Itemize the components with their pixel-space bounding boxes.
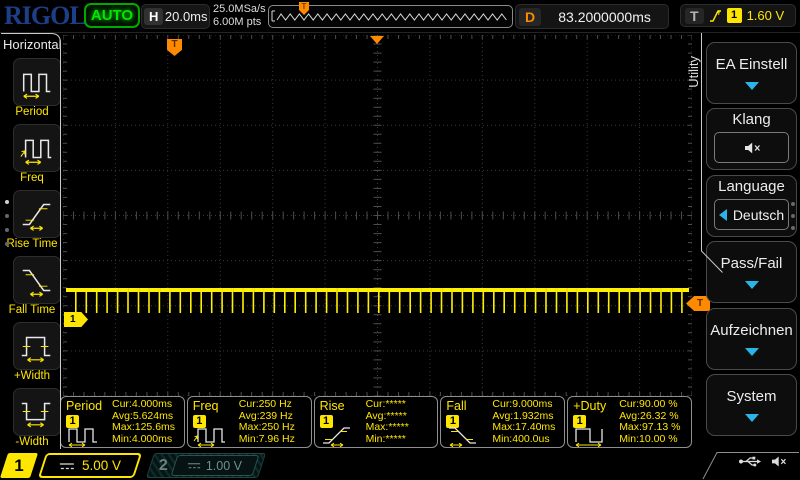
sidebar-label-freq: Freq: [0, 172, 64, 184]
channel1-scale: 5.00 V: [82, 458, 121, 473]
dc-coupling-icon: [59, 461, 75, 471]
menu-label-pass-fail: Pass/Fail: [707, 255, 796, 272]
sidebar-item-pos-width[interactable]: [13, 322, 61, 370]
chevron-down-icon: [745, 281, 759, 289]
h-label: H: [144, 8, 163, 25]
period-icon: [65, 423, 107, 447]
chevron-down-icon: [745, 348, 759, 356]
trigger-source-badge: 1: [727, 8, 742, 23]
measurement-rise: Rise 1 Cur:*****Avg:***** Max:*****Min:*…: [314, 396, 439, 448]
channel2-scale: 1.00 V: [206, 459, 242, 473]
measurement-values: Cur:250 HzAvg:239 Hz Max:250 HzMin:7.96 …: [239, 399, 295, 445]
menu-item-pass-fail[interactable]: Pass/Fail: [706, 241, 797, 303]
measurement-freq: Freq 1 Cur:250 HzAvg:239 Hz Max:250 HzMi…: [187, 396, 312, 448]
screen-center-marker-icon: [370, 36, 384, 44]
sidebar-label-fall-time: Fall Time: [0, 304, 64, 316]
rise-icon: [319, 423, 361, 447]
menu-item-system[interactable]: System: [706, 374, 797, 436]
language-value-box: Deutsch: [714, 199, 789, 230]
chevron-down-icon: [745, 82, 759, 90]
measurement-name: Rise: [320, 399, 345, 413]
graticule-and-trace: [63, 35, 692, 396]
measurement-bar: Period 1 Cur:4.000msAvg:5.624ms Max:125.…: [60, 396, 692, 448]
menu-item-aufzeichnen[interactable]: Aufzeichnen: [706, 308, 797, 370]
minus-width-icon: [18, 393, 56, 431]
menu-label-system: System: [707, 388, 796, 405]
measurement-values: Cur:90.00 %Avg:26.32 % Max:97.13 %Min:10…: [619, 399, 680, 445]
freq-icon: [18, 129, 56, 167]
rising-edge-icon: [709, 8, 722, 23]
sidebar-item-period[interactable]: [13, 58, 61, 106]
sidebar-label-period: Period: [0, 106, 64, 118]
trigger-box: T 1 1.60 V: [680, 4, 796, 27]
freq-icon: [192, 423, 234, 447]
menu-label-klang: Klang: [707, 111, 796, 128]
left-menu-title: Horizontal: [3, 37, 62, 52]
chevron-left-icon: [719, 209, 727, 221]
timebase-value: 20.0ms: [163, 9, 209, 24]
measurement-values: Cur:9.000msAvg:1.932ms Max:17.40msMin:40…: [492, 399, 555, 445]
channel2-tab[interactable]: 2 1.00 V: [146, 453, 266, 478]
menu-tab-title: Utility: [686, 56, 701, 88]
trigger-level-value: 1.60 V: [747, 8, 785, 23]
delay-value: 83.2000000ms: [541, 9, 668, 25]
sidebar-item-fall-time[interactable]: [13, 256, 61, 304]
menu-item-language[interactable]: Language Deutsch: [706, 175, 797, 237]
measurement-pos-duty: +Duty 1 Cur:90.00 %Avg:26.32 % Max:97.13…: [567, 396, 692, 448]
rise-time-icon: [18, 195, 56, 233]
fall-icon: [445, 423, 487, 447]
oscilloscope-screen: RIGOL AUTO H 20.0ms 25.0MSa/s 6.00M pts …: [0, 0, 800, 480]
klang-value-box: [714, 132, 789, 163]
channel1-tab-badge[interactable]: 1: [0, 453, 38, 478]
measurement-name: +Duty: [573, 399, 606, 413]
sidebar-scroll-dots: [5, 200, 9, 246]
measurement-values: Cur:*****Avg:***** Max:*****Min:*****: [366, 399, 409, 445]
channel2-scale-box: 1.00 V: [170, 455, 259, 476]
measurement-values: Cur:4.000msAvg:5.624ms Max:125.6msMin:4.…: [112, 399, 175, 445]
fall-time-icon: [18, 261, 56, 299]
speaker-muted-icon: [743, 141, 761, 155]
delay-box: D 83.2000000ms: [515, 4, 669, 29]
top-status-bar: RIGOL AUTO H 20.0ms 25.0MSa/s 6.00M pts …: [0, 0, 800, 33]
menu-label-ea-einstell: EA Einstell: [707, 56, 796, 73]
sidebar-item-neg-width[interactable]: [13, 388, 61, 436]
speaker-muted-icon: [770, 455, 787, 468]
sidebar-item-freq[interactable]: [13, 124, 61, 172]
menu-label-aufzeichnen: Aufzeichnen: [707, 322, 796, 339]
menu-label-language: Language: [707, 178, 796, 195]
sample-rate: 25.0MSa/s: [213, 3, 266, 16]
trigger-status-badge: AUTO: [84, 3, 140, 28]
menu-scroll-dots: [791, 202, 795, 230]
trigger-label: T: [685, 8, 704, 24]
waveform-display-area: T 1: [63, 35, 692, 396]
horizontal-timebase-box: H 20.0ms: [141, 4, 210, 29]
plus-width-icon: [18, 327, 56, 365]
status-icon-tray: [738, 455, 787, 468]
acquisition-info: 25.0MSa/s 6.00M pts: [213, 3, 266, 29]
plus-duty-icon: [572, 423, 614, 447]
dc-coupling-icon: [187, 461, 201, 470]
language-value: Deutsch: [733, 207, 784, 223]
delay-label: D: [519, 8, 541, 26]
channel1-tab[interactable]: 5.00 V: [38, 453, 142, 478]
channel1-number: 1: [4, 453, 34, 478]
rigol-logo: RIGOL: [4, 1, 86, 31]
sidebar-label-pos-width: +Width: [0, 370, 64, 382]
measurement-name: Fall: [446, 399, 466, 413]
usb-icon: [738, 455, 762, 468]
measurement-name: Freq: [193, 399, 219, 413]
memory-depth: 6.00M pts: [213, 16, 266, 29]
channel2-number: 2: [159, 457, 168, 475]
menu-item-klang[interactable]: Klang: [706, 108, 797, 170]
measurement-name: Period: [66, 399, 102, 413]
period-icon: [18, 63, 56, 101]
menu-item-ea-einstell[interactable]: EA Einstell: [706, 42, 797, 104]
measurement-period: Period 1 Cur:4.000msAvg:5.624ms Max:125.…: [60, 396, 185, 448]
sidebar-label-neg-width: -Width: [0, 436, 64, 448]
sidebar-label-rise-time: Rise Time: [0, 238, 64, 250]
sidebar-item-rise-time[interactable]: [13, 190, 61, 238]
chevron-down-icon: [745, 414, 759, 422]
waveform-memory-preview: T: [268, 5, 513, 28]
measurement-fall: Fall 1 Cur:9.000msAvg:1.932ms Max:17.40m…: [440, 396, 565, 448]
